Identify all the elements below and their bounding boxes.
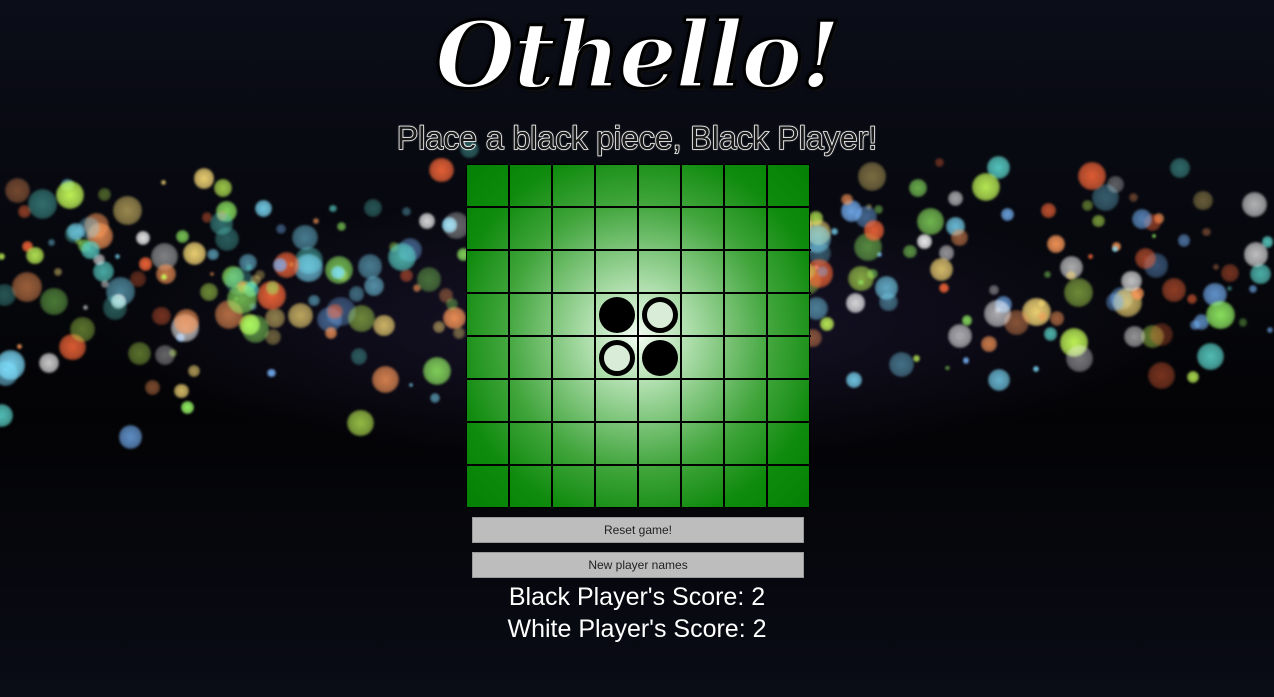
board-cell[interactable] — [639, 337, 682, 380]
board-cell[interactable] — [467, 165, 510, 208]
board-cell[interactable] — [725, 251, 768, 294]
board-cell[interactable] — [596, 380, 639, 423]
board-cell[interactable] — [596, 165, 639, 208]
board-cell[interactable] — [467, 251, 510, 294]
board-cell[interactable] — [553, 423, 596, 466]
board-cell[interactable] — [768, 380, 811, 423]
board-cell[interactable] — [467, 380, 510, 423]
board-cell[interactable] — [467, 423, 510, 466]
white-score-value: 2 — [752, 615, 767, 643]
board-cell[interactable] — [682, 423, 725, 466]
board-cell[interactable] — [510, 466, 553, 509]
board-cell[interactable] — [639, 208, 682, 251]
board-cell[interactable] — [553, 337, 596, 380]
board-cell[interactable] — [553, 165, 596, 208]
board-cell[interactable] — [682, 165, 725, 208]
board-cell[interactable] — [553, 466, 596, 509]
board-cell[interactable] — [553, 380, 596, 423]
board-cell[interactable] — [553, 294, 596, 337]
board-cell[interactable] — [639, 294, 682, 337]
board-cell[interactable] — [510, 251, 553, 294]
board-cell[interactable] — [682, 337, 725, 380]
board-cell[interactable] — [596, 294, 639, 337]
black-player-score: Black Player's Score: 2 — [437, 582, 837, 612]
board-cell[interactable] — [768, 337, 811, 380]
board-cell[interactable] — [725, 208, 768, 251]
board-cell[interactable] — [467, 208, 510, 251]
board-cell[interactable] — [510, 337, 553, 380]
new-player-names-button[interactable]: New player names — [472, 552, 804, 578]
board-cell[interactable] — [639, 466, 682, 509]
board-cell[interactable] — [639, 165, 682, 208]
board-cell[interactable] — [768, 466, 811, 509]
board-cell[interactable] — [725, 380, 768, 423]
board-cell[interactable] — [553, 251, 596, 294]
board-cell[interactable] — [467, 294, 510, 337]
board-cell[interactable] — [768, 165, 811, 208]
othello-board — [466, 164, 811, 509]
board-cell[interactable] — [596, 337, 639, 380]
board-cell[interactable] — [596, 423, 639, 466]
board-cell[interactable] — [725, 165, 768, 208]
board-cell[interactable] — [768, 294, 811, 337]
black-score-label: Black Player's Score: — [508, 583, 752, 611]
board-cell[interactable] — [682, 466, 725, 509]
board-cell[interactable] — [725, 337, 768, 380]
board-cell[interactable] — [725, 294, 768, 337]
white-piece — [641, 296, 678, 333]
board-cell[interactable] — [639, 380, 682, 423]
board-cell[interactable] — [725, 466, 768, 509]
black-piece — [598, 296, 635, 333]
turn-message: Place a black piece, Black Player! — [396, 119, 878, 157]
board-cell[interactable] — [682, 208, 725, 251]
white-piece — [598, 339, 635, 376]
board-cell[interactable] — [596, 251, 639, 294]
board-cell[interactable] — [682, 380, 725, 423]
board-cell[interactable] — [725, 423, 768, 466]
board-cell[interactable] — [768, 423, 811, 466]
board-cell[interactable] — [510, 208, 553, 251]
board-cell[interactable] — [510, 380, 553, 423]
board-cell[interactable] — [553, 208, 596, 251]
board-cell[interactable] — [682, 294, 725, 337]
black-score-value: 2 — [751, 583, 766, 611]
board-cell[interactable] — [682, 251, 725, 294]
board-cell[interactable] — [467, 337, 510, 380]
black-piece — [641, 339, 678, 376]
board-cell[interactable] — [596, 466, 639, 509]
board-cell[interactable] — [596, 208, 639, 251]
reset-game-button[interactable]: Reset game! — [472, 517, 804, 543]
board-cell[interactable] — [768, 251, 811, 294]
board-cell[interactable] — [510, 165, 553, 208]
white-player-score: White Player's Score: 2 — [437, 614, 837, 644]
game-container: Othello! Place a black piece, Black Play… — [0, 0, 1274, 697]
game-title: Othello! — [434, 0, 843, 111]
board-cell[interactable] — [768, 208, 811, 251]
white-score-label: White Player's Score: — [507, 615, 753, 643]
board-cell[interactable] — [639, 423, 682, 466]
board-cell[interactable] — [639, 251, 682, 294]
board-cell[interactable] — [510, 423, 553, 466]
board-cell[interactable] — [510, 294, 553, 337]
board-cell[interactable] — [467, 466, 510, 509]
